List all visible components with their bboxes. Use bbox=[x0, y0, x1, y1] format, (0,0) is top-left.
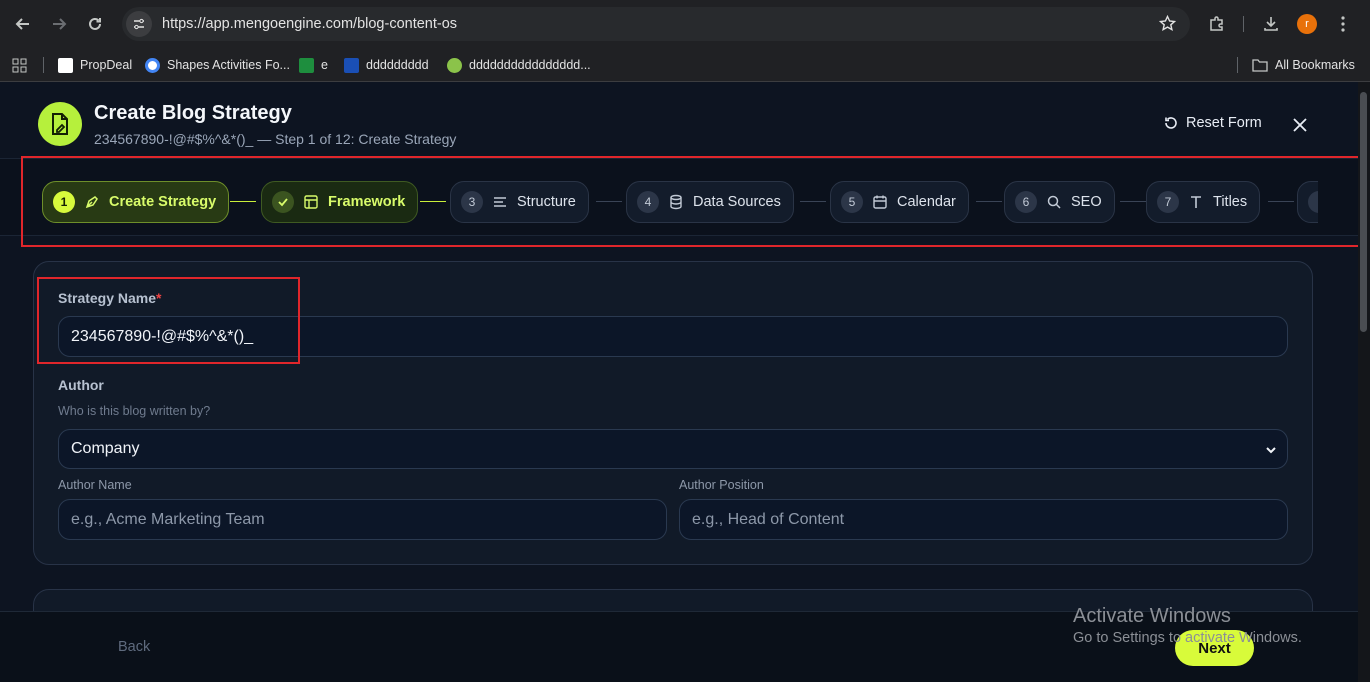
all-bookmarks[interactable]: All Bookmarks bbox=[1252, 48, 1355, 82]
reset-form-button[interactable]: Reset Form bbox=[1163, 115, 1262, 131]
bookmark-star-icon[interactable] bbox=[1158, 14, 1177, 37]
bookmark-e[interactable]: e bbox=[299, 48, 328, 82]
author-position-label: Author Position bbox=[679, 478, 764, 492]
extensions-icon[interactable] bbox=[1203, 10, 1231, 38]
reset-icon bbox=[1165, 117, 1177, 129]
browser-toolbar: https://app.mengoengine.com/blog-content… bbox=[0, 0, 1370, 48]
propdeal-favicon-icon bbox=[58, 57, 73, 73]
scrollbar-thumb[interactable] bbox=[1360, 92, 1367, 332]
annotation-box-stepper bbox=[21, 156, 1368, 247]
bookmark-d16[interactable]: dddddddddddddddd... bbox=[447, 48, 591, 82]
close-icon[interactable] bbox=[1290, 115, 1310, 135]
annotation-box-strategy-name bbox=[37, 277, 300, 364]
bookmark-label: PropDeal bbox=[80, 58, 133, 72]
site-settings-icon[interactable] bbox=[126, 11, 152, 37]
profile-avatar[interactable]: r bbox=[1297, 14, 1317, 34]
author-position-input[interactable] bbox=[679, 499, 1288, 540]
modal-header: Create Blog Strategy 234567890-!@#$%^&*(… bbox=[0, 82, 1358, 158]
forward-arrow-icon[interactable] bbox=[41, 6, 77, 42]
author-name-label: Author Name bbox=[58, 478, 132, 492]
folder-icon bbox=[1252, 59, 1268, 72]
blue-favicon-icon bbox=[344, 57, 359, 73]
google-favicon-icon bbox=[145, 57, 160, 73]
author-select[interactable]: Company bbox=[58, 429, 1288, 469]
reload-icon[interactable] bbox=[77, 6, 113, 42]
bookmark-shapes[interactable]: Shapes Activities Fo... bbox=[145, 48, 290, 82]
app-panel: Create Blog Strategy 234567890-!@#$%^&*(… bbox=[0, 82, 1370, 682]
windows-watermark-subtitle: Go to Settings to activate Windows. bbox=[1073, 630, 1302, 646]
bookmark-propdeal[interactable]: PropDeal bbox=[58, 48, 132, 82]
toolbar-divider bbox=[1243, 16, 1244, 32]
windows-watermark-title: Activate Windows bbox=[1073, 605, 1231, 627]
bookmarks-divider bbox=[43, 57, 44, 73]
bookmark-label: ddddddddd bbox=[366, 58, 429, 72]
kebab-menu-icon[interactable] bbox=[1329, 10, 1357, 38]
author-name-input[interactable] bbox=[58, 499, 667, 540]
page-title: Create Blog Strategy bbox=[94, 102, 292, 124]
downloads-icon[interactable] bbox=[1257, 10, 1285, 38]
bookmark-label: dddddddddddddddd... bbox=[469, 58, 591, 72]
blog-document-icon bbox=[38, 102, 82, 146]
author-label: Author bbox=[58, 377, 104, 393]
reset-form-label: Reset Form bbox=[1186, 115, 1262, 131]
author-hint: Who is this blog written by? bbox=[58, 404, 211, 418]
bookmark-label: e bbox=[321, 58, 328, 72]
chevron-down-icon bbox=[1266, 447, 1276, 454]
bookmark-label: Shapes Activities Fo... bbox=[167, 58, 290, 72]
back-arrow-icon[interactable] bbox=[5, 6, 41, 42]
page-scrollbar[interactable] bbox=[1358, 82, 1370, 682]
page-subtitle: 234567890-!@#$%^&*()_ — Step 1 of 12: Cr… bbox=[94, 131, 457, 147]
green-favicon-icon bbox=[299, 57, 314, 73]
apps-grid-icon[interactable] bbox=[12, 48, 27, 82]
back-button[interactable]: Back bbox=[118, 639, 150, 655]
bookmark-d9[interactable]: ddddddddd bbox=[344, 48, 429, 82]
all-bookmarks-label: All Bookmarks bbox=[1275, 58, 1355, 72]
url-text: https://app.mengoengine.com/blog-content… bbox=[162, 16, 458, 32]
address-bar[interactable]: https://app.mengoengine.com/blog-content… bbox=[122, 7, 1190, 41]
author-selected-value: Company bbox=[71, 440, 140, 457]
bookmarks-bar: PropDeal Shapes Activities Fo... e ddddd… bbox=[0, 48, 1370, 82]
bookmarks-divider bbox=[1237, 57, 1238, 73]
lime-favicon-icon bbox=[447, 57, 462, 73]
